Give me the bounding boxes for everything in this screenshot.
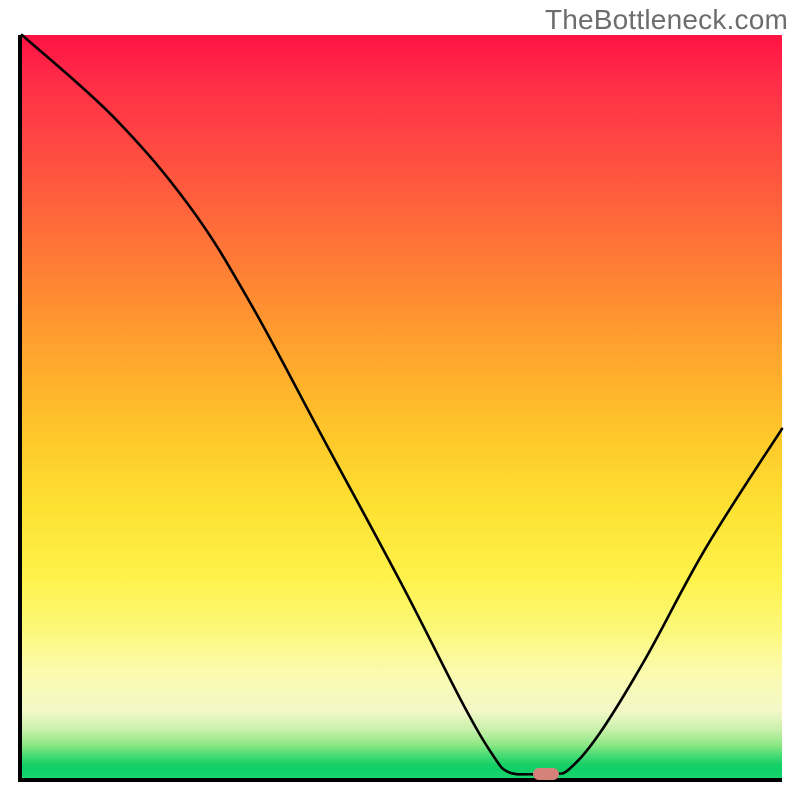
curve-layer <box>22 35 782 778</box>
optimal-point-marker <box>533 768 559 780</box>
bottleneck-curve <box>22 35 782 774</box>
watermark-text: TheBottleneck.com <box>545 4 788 36</box>
chart-frame: TheBottleneck.com <box>0 0 800 800</box>
plot-area <box>18 35 782 782</box>
